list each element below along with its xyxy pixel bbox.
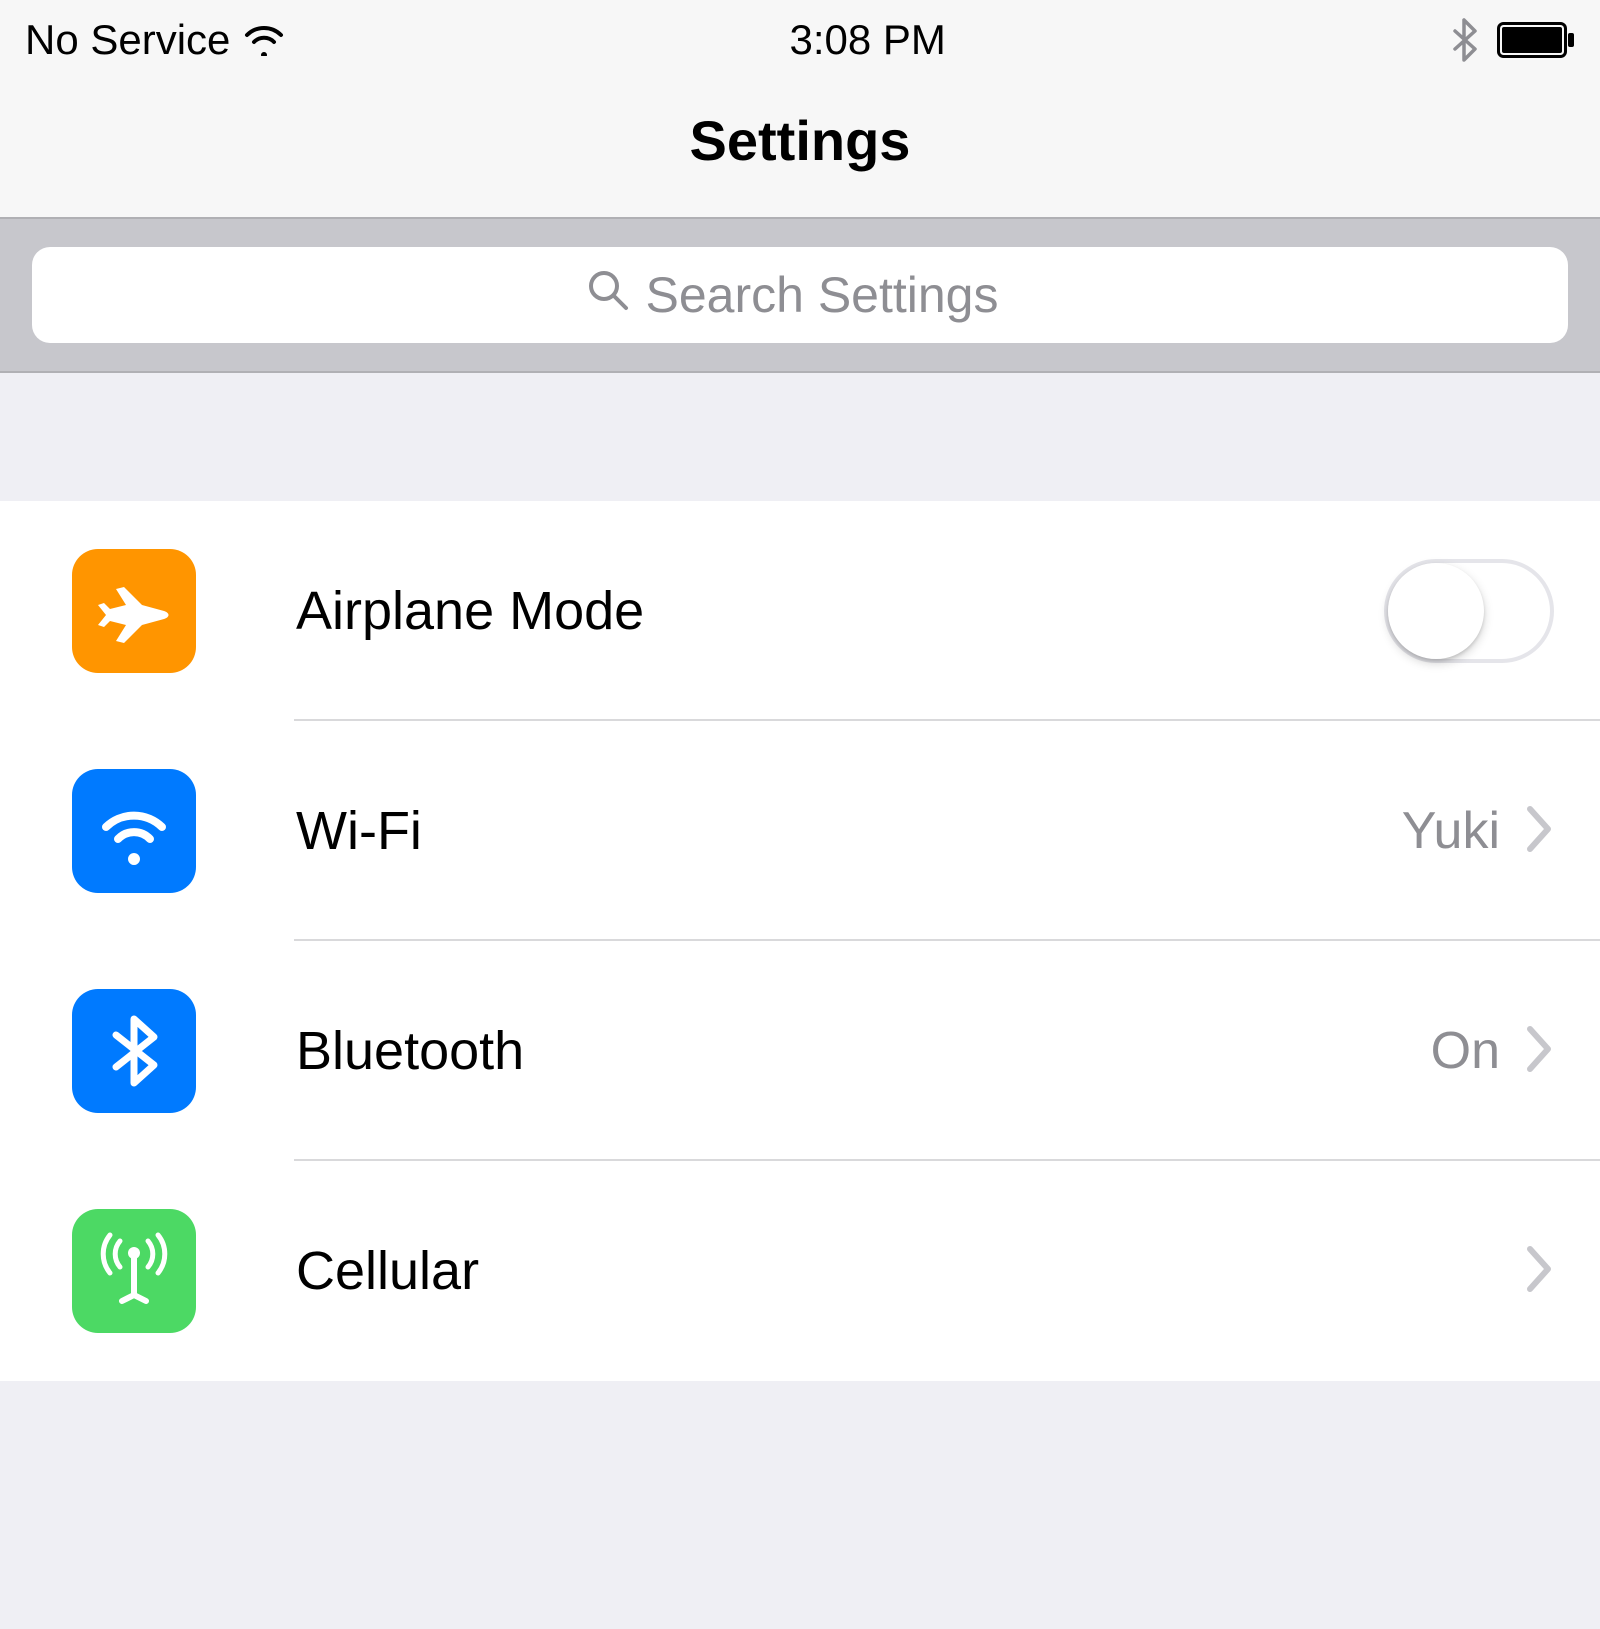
- page-title: Settings: [0, 108, 1600, 173]
- chevron-right-icon: [1526, 1245, 1554, 1298]
- wifi-row-icon: [72, 769, 196, 893]
- status-time: 3:08 PM: [789, 16, 945, 64]
- bluetooth-icon: [1451, 18, 1477, 62]
- status-bar: No Service 3:08 PM: [0, 0, 1600, 80]
- airplane-mode-toggle[interactable]: [1384, 559, 1554, 663]
- cellular-icon: [72, 1209, 196, 1333]
- wifi-icon: [244, 24, 284, 56]
- status-right: [1451, 18, 1575, 62]
- row-label-airplane: Airplane Mode: [296, 580, 1384, 642]
- row-value-bluetooth: On: [1431, 1021, 1500, 1081]
- chevron-right-icon: [1526, 1025, 1554, 1078]
- row-airplane-mode[interactable]: Airplane Mode: [0, 501, 1600, 721]
- search-placeholder: Search Settings: [646, 266, 999, 324]
- settings-list: Airplane Mode Wi-Fi Yuki Bluetooth: [0, 501, 1600, 1381]
- search-container: Search Settings: [0, 217, 1600, 373]
- row-bluetooth[interactable]: Bluetooth On: [0, 941, 1600, 1161]
- status-left: No Service: [25, 16, 284, 64]
- row-value-wifi: Yuki: [1402, 801, 1500, 861]
- row-cellular[interactable]: Cellular: [0, 1161, 1600, 1381]
- row-label-cellular: Cellular: [296, 1240, 1526, 1302]
- battery-icon: [1497, 22, 1575, 58]
- row-label-bluetooth: Bluetooth: [296, 1020, 1431, 1082]
- search-icon: [586, 266, 630, 324]
- header: Settings: [0, 80, 1600, 217]
- bluetooth-row-icon: [72, 989, 196, 1113]
- search-field[interactable]: Search Settings: [32, 247, 1568, 343]
- section-spacer: [0, 373, 1600, 501]
- row-wifi[interactable]: Wi-Fi Yuki: [0, 721, 1600, 941]
- row-label-wifi: Wi-Fi: [296, 800, 1402, 862]
- carrier-label: No Service: [25, 16, 230, 64]
- toggle-knob: [1388, 563, 1484, 659]
- chevron-right-icon: [1526, 805, 1554, 858]
- airplane-icon: [72, 549, 196, 673]
